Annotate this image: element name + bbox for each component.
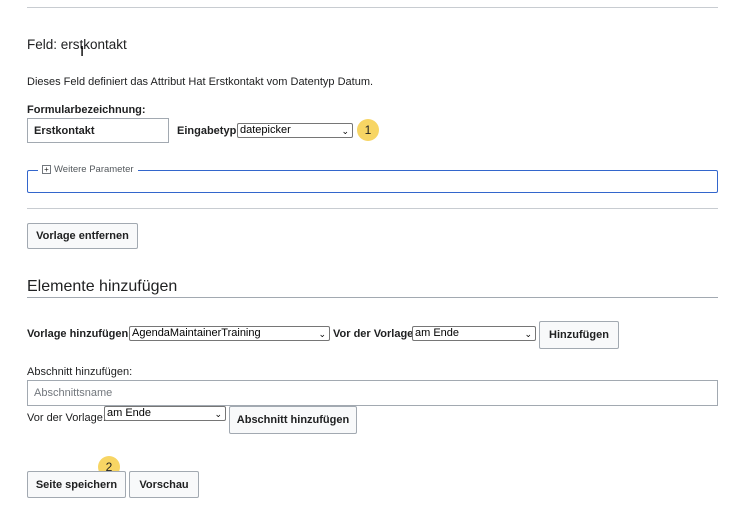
more-params-toggle[interactable]: + Weitere Parameter <box>38 164 138 175</box>
section-caption: Abschnitt hinzufügen: <box>27 366 133 378</box>
chevron-down-icon: ⌄ <box>318 329 326 339</box>
field-description: Dieses Feld definiert das Attribut Hat E… <box>27 76 374 88</box>
form-label-input[interactable]: Erstkontakt <box>27 118 169 143</box>
form-label-value: Erstkontakt <box>34 124 95 137</box>
section-name-input[interactable]: Abschnittsname <box>27 380 718 406</box>
plus-box-icon[interactable]: + <box>42 165 51 174</box>
section-divider <box>27 297 718 298</box>
section-before-value: am Ende <box>107 407 152 419</box>
before-template-caption: Vor der Vorlage: <box>333 328 417 340</box>
callout-badge-1: 1 <box>357 119 379 141</box>
chevron-down-icon: ⌄ <box>214 409 222 419</box>
chevron-down-icon: ⌄ <box>341 126 349 136</box>
template-value: AgendaMaintainerTraining <box>132 327 261 339</box>
text-cursor-icon: I <box>80 43 85 60</box>
mid-divider <box>27 208 718 209</box>
save-page-button[interactable]: Seite speichern <box>27 471 126 498</box>
input-type-select[interactable]: datepicker ⌄ <box>237 123 353 138</box>
template-caption: Vorlage hinzufügen: <box>27 328 132 340</box>
top-divider <box>27 7 718 8</box>
add-elements-heading: Elemente hinzufügen <box>27 278 178 295</box>
field-title: Feld: erstkontakt <box>27 37 127 52</box>
more-params-legend: Weitere Parameter <box>54 164 134 175</box>
section-before-select[interactable]: am Ende ⌄ <box>104 406 226 421</box>
template-select[interactable]: AgendaMaintainerTraining ⌄ <box>129 326 330 341</box>
section-name-placeholder: Abschnittsname <box>34 387 113 399</box>
chevron-down-icon: ⌄ <box>524 329 532 339</box>
before-template-value: am Ende <box>415 327 460 339</box>
preview-button[interactable]: Vorschau <box>129 471 199 498</box>
remove-template-button[interactable]: Vorlage entfernen <box>27 223 138 249</box>
add-section-button[interactable]: Abschnitt hinzufügen <box>229 406 357 434</box>
before-template-select[interactable]: am Ende ⌄ <box>412 326 536 341</box>
add-template-button[interactable]: Hinzufügen <box>539 321 619 349</box>
input-type-value: datepicker <box>240 124 291 136</box>
section-before-caption: Vor der Vorlage: <box>27 412 106 424</box>
input-type-caption: Eingabetyp: <box>177 125 240 137</box>
form-label-caption: Formularbezeichnung: <box>27 104 146 116</box>
